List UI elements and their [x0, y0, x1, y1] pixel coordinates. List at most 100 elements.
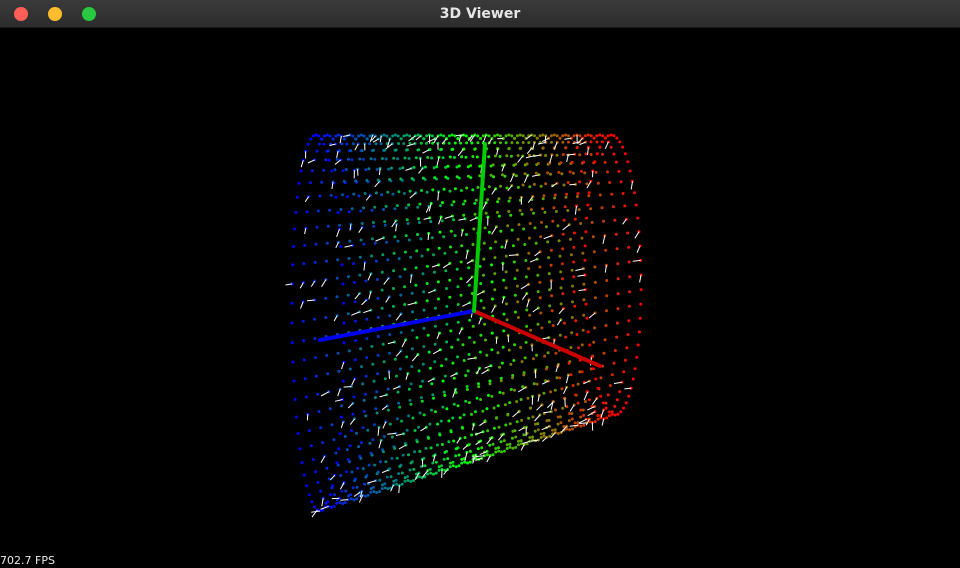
cloud-point — [365, 178, 369, 182]
cloud-point — [451, 147, 455, 151]
cloud-point — [409, 382, 413, 386]
cloud-point — [549, 248, 553, 252]
normal-vector — [526, 147, 533, 155]
cloud-point — [291, 245, 295, 248]
cloud-point — [579, 415, 583, 419]
cloud-point — [338, 501, 342, 505]
cloud-point — [527, 141, 531, 145]
cloud-point — [403, 476, 407, 480]
cloud-point — [410, 347, 414, 351]
cloud-point — [635, 355, 639, 359]
cloud-point — [564, 335, 568, 339]
cloud-point — [331, 137, 335, 141]
cloud-point — [550, 309, 554, 313]
cloud-point — [465, 233, 468, 236]
cloud-point — [396, 390, 400, 394]
window-titlebar[interactable]: 3D Viewer — [0, 0, 960, 28]
cloud-point — [309, 137, 313, 141]
cloud-point — [422, 413, 426, 417]
normal-vector — [574, 205, 577, 215]
cloud-point — [589, 207, 593, 211]
cloud-point — [610, 192, 614, 196]
cloud-point — [419, 396, 423, 400]
cloud-point — [456, 285, 460, 289]
point-cloud-scene[interactable] — [0, 28, 960, 568]
normal-vector — [532, 307, 539, 313]
normal-vector — [351, 311, 360, 316]
cloud-point — [430, 408, 433, 412]
cloud-point — [391, 287, 395, 290]
cloud-point — [383, 223, 387, 227]
cloud-point — [612, 152, 616, 156]
cloud-point — [439, 133, 443, 137]
cloud-point — [376, 296, 380, 300]
cloud-point — [345, 142, 349, 146]
cloud-point — [451, 416, 455, 420]
cloud-point — [371, 438, 375, 442]
cloud-point — [604, 401, 608, 405]
normal-vector — [613, 381, 622, 385]
cloud-point — [337, 133, 341, 137]
cloud-point — [431, 141, 435, 145]
cloud-point — [340, 415, 343, 419]
cloud-point — [502, 449, 506, 453]
cloud-point — [541, 207, 545, 211]
cloud-point — [586, 203, 590, 207]
cloud-point — [375, 390, 379, 394]
cloud-point — [454, 447, 458, 451]
cloud-point — [551, 428, 554, 432]
cloud-point — [598, 133, 602, 137]
cloud-point — [615, 321, 619, 325]
cloud-point — [478, 264, 482, 268]
cloud-point — [481, 409, 485, 413]
cloud-point — [483, 322, 487, 326]
cloud-point — [290, 321, 294, 325]
cloud-point — [380, 288, 384, 292]
normal-vector — [358, 226, 363, 233]
cloud-point — [338, 223, 342, 227]
cloud-point — [621, 145, 625, 149]
normal-vector — [518, 427, 525, 432]
cloud-point — [376, 316, 380, 319]
cloud-point — [362, 398, 366, 402]
cloud-point — [301, 319, 305, 323]
cloud-point — [507, 210, 511, 213]
cloud-point — [586, 330, 590, 334]
cloud-point — [515, 268, 519, 272]
cloud-point — [447, 440, 451, 444]
cloud-point — [438, 230, 442, 234]
cloud-point — [582, 423, 586, 427]
cloud-point — [320, 180, 324, 184]
3d-viewport[interactable]: 702.7 FPS — [0, 28, 960, 568]
cloud-point — [529, 328, 533, 332]
cloud-point — [415, 249, 419, 253]
cloud-point — [555, 153, 559, 157]
cloud-point — [395, 374, 398, 378]
cloud-point — [346, 293, 350, 297]
normal-vector — [307, 159, 315, 164]
cloud-point — [522, 373, 526, 377]
cloud-point — [454, 465, 458, 469]
cloud-point — [540, 326, 544, 330]
cloud-point — [513, 343, 517, 347]
cloud-point — [593, 160, 597, 164]
cloud-point — [428, 148, 432, 151]
cloud-point — [381, 253, 385, 257]
cloud-point — [599, 394, 603, 398]
cloud-point — [588, 343, 592, 347]
cloud-point — [313, 260, 317, 264]
cloud-point — [432, 472, 435, 476]
cloud-point — [348, 460, 351, 464]
cloud-point — [576, 192, 580, 195]
normal-vector — [520, 444, 525, 451]
cloud-point — [443, 374, 447, 378]
cloud-point — [435, 165, 439, 169]
cloud-point — [444, 269, 448, 273]
cloud-point — [585, 316, 589, 320]
cloud-point — [444, 175, 448, 179]
cloud-point — [547, 256, 551, 260]
cloud-point — [324, 158, 328, 162]
cloud-point — [551, 324, 555, 327]
cloud-point — [379, 460, 382, 464]
cloud-point — [310, 169, 314, 173]
